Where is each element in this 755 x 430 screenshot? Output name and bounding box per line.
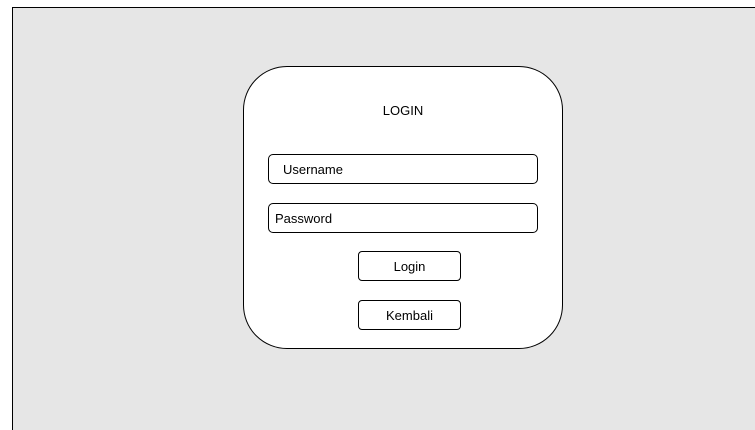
login-button[interactable]: Login <box>358 251 461 281</box>
login-card: LOGIN Login Kembali <box>243 66 563 349</box>
back-button[interactable]: Kembali <box>358 300 461 330</box>
login-title: LOGIN <box>382 103 424 118</box>
username-input[interactable] <box>268 154 538 184</box>
wireframe-canvas: LOGIN Login Kembali <box>12 7 755 430</box>
password-input[interactable] <box>268 203 538 233</box>
